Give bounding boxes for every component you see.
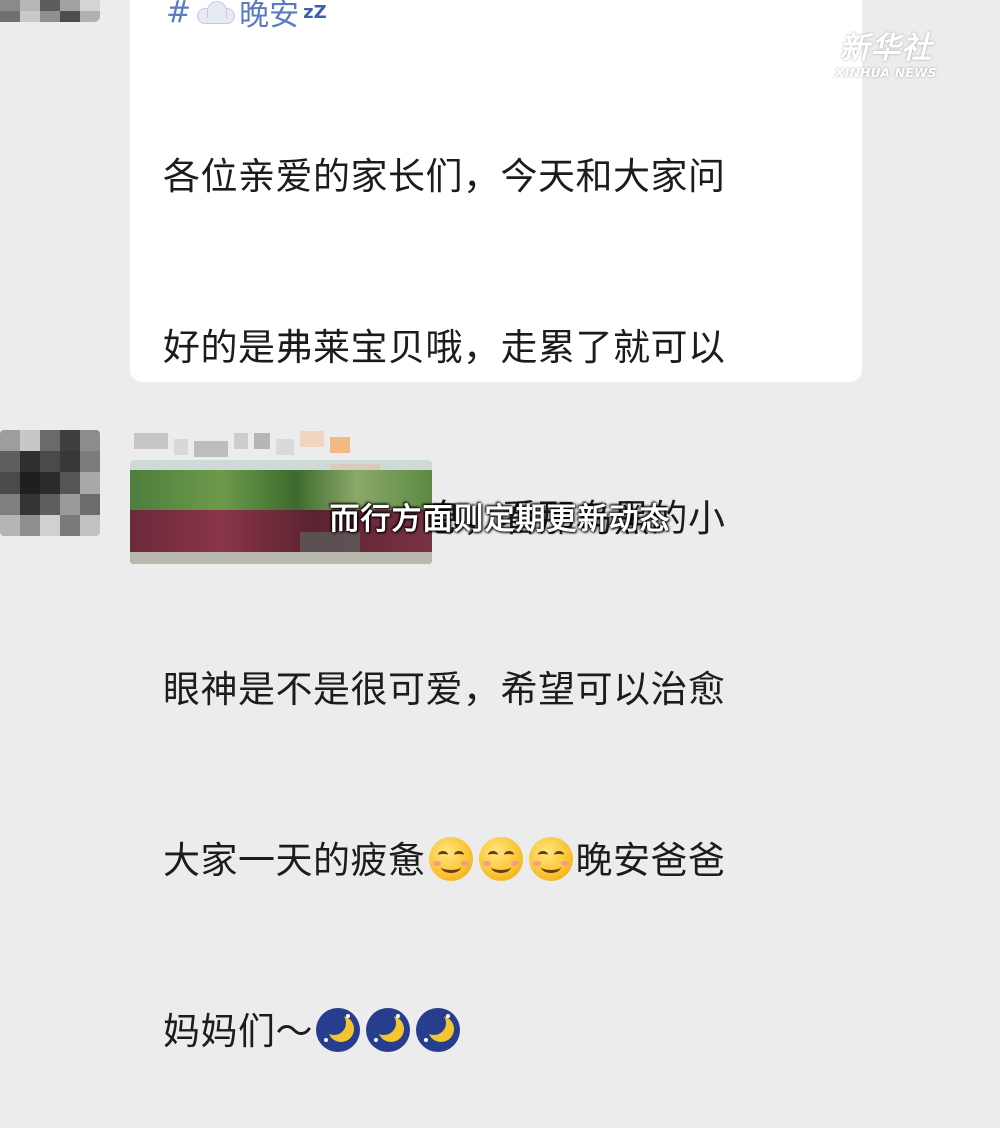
message-bubble[interactable]: # 晚安 zZ 各位亲爱的家长们，今天和大家问 好的是弗莱宝贝哦，走累了就可以 … [130,0,862,1053]
message-text: 晚安爸爸 [575,839,726,882]
avatar-previous-sender[interactable] [0,0,100,22]
message-line: 各位亲爱的家长们，今天和大家问 [163,155,726,198]
message-line: 妈妈们～ [163,1003,843,1060]
sender-name-blurred [134,431,350,457]
watermark-cn: 新华社 [839,31,933,66]
moon-icon [366,1008,410,1052]
message-text: 大家一天的疲惫 [163,839,426,882]
header-title: 晚安 [239,0,300,33]
hashtag-symbol: # [166,0,192,30]
smile-icon [528,837,573,881]
smile-icon [478,837,523,881]
video-subtitle: 而行方面则定期更新动态 [329,502,671,537]
message-text: 妈妈们～ [163,1010,313,1053]
message-line: 大家一天的疲惫 晚安爸爸 [163,832,843,889]
smile-icon [428,837,473,881]
sleep-zz-icon: zZ [303,1,327,23]
message-line: 好的是弗莱宝贝哦，走累了就可以 [163,326,726,369]
message-line: 眼神是不是很可爱，希望可以治愈 [163,668,726,711]
moon-icon [416,1008,460,1052]
message-header: # 晚安 zZ [166,0,327,33]
message-body: 各位亲爱的家长们，今天和大家问 好的是弗莱宝贝哦，走累了就可以 在长椅边休息休息… [163,34,843,1128]
xinhua-watermark: 新华社 XINHUA NEWS [826,31,946,81]
watermark-en: XINHUA NEWS [834,66,938,80]
moon-icon [316,1008,360,1052]
cloud-icon [195,0,236,24]
